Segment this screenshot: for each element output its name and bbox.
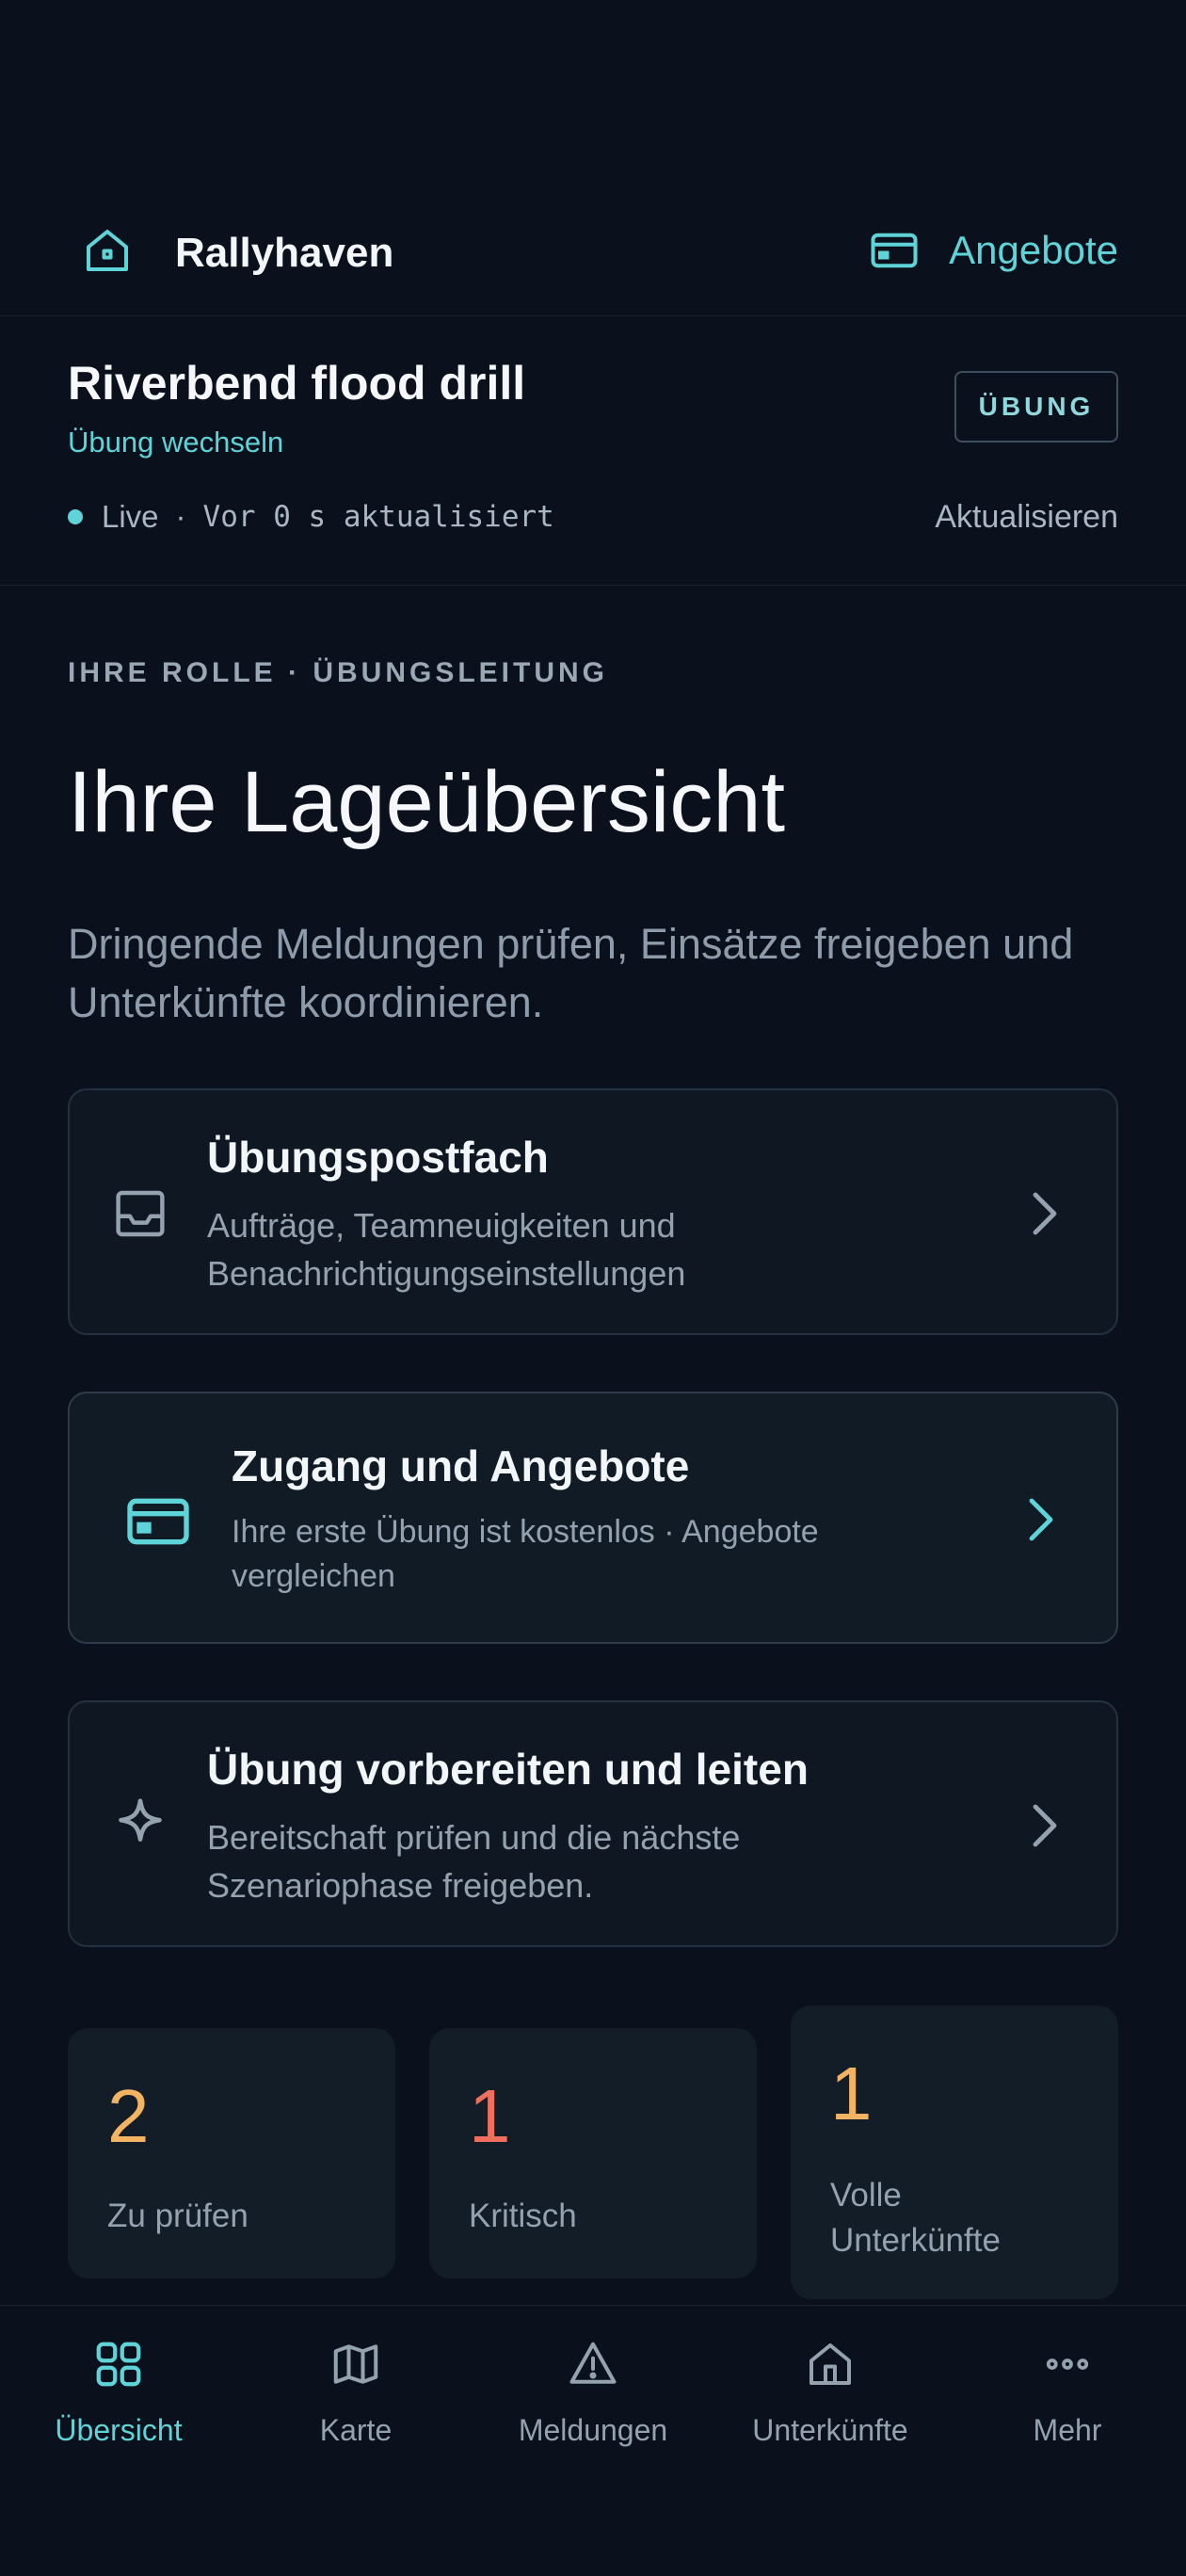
stat-to-review[interactable]: 2 Zu prüfen <box>68 2028 395 2278</box>
nav-more[interactable]: Mehr <box>949 2306 1186 2494</box>
stat-label: Zu prüfen <box>107 2198 248 2234</box>
more-icon <box>1046 2359 1089 2370</box>
inbox-card[interactable]: Übungspostfach Aufträge, Teamneuigkeiten… <box>68 1088 1118 1335</box>
card-title: Übung vorbereiten und leiten <box>207 1745 809 1794</box>
app-title: Rallyhaven <box>175 230 394 276</box>
nav-shelters[interactable]: Unterkünfte <box>712 2306 949 2494</box>
stat-value: 1 <box>830 2052 873 2135</box>
intro-text: Dringende Meldungen prüfen, Einsätze fre… <box>68 920 1074 1026</box>
stat-full-shelters[interactable]: 1 Volle Unterkünfte <box>791 2005 1118 2299</box>
nav-overview[interactable]: Übersicht <box>0 2306 237 2494</box>
card-subtitle: Bereitschaft prüfen und die nächste Szen… <box>207 1818 741 1905</box>
drill-badge: ÜBUNG <box>954 371 1118 443</box>
chevron-right-icon <box>1033 1192 1057 1235</box>
nav-label: Übersicht <box>55 2413 183 2447</box>
stat-label: Volle Unterkünfte <box>830 2177 1001 2259</box>
grid-icon <box>96 2342 141 2387</box>
warning-icon <box>569 2342 617 2384</box>
stat-value: 2 <box>107 2074 150 2158</box>
card-subtitle: Ihre erste Übung ist kostenlos · Angebot… <box>232 1514 819 1594</box>
access-offers-card[interactable]: Zugang und Angebote Ihre erste Übung ist… <box>68 1392 1118 1644</box>
stat-critical[interactable]: 1 Kritisch <box>429 2028 757 2278</box>
offers-link[interactable]: Angebote <box>866 222 1118 279</box>
stat-label: Kritisch <box>469 2198 577 2234</box>
bottom-nav: Übersicht Karte Meldungen Unterkünfte Me… <box>0 2305 1186 2576</box>
drill-name: Riverbend flood drill <box>68 357 526 410</box>
card-title: Übungspostfach <box>207 1133 549 1182</box>
live-status: Live · Vor 0 s aktualisiert <box>68 499 554 535</box>
stat-value: 1 <box>469 2074 511 2158</box>
house-icon <box>809 2343 851 2385</box>
prepare-drill-card[interactable]: Übung vorbereiten und leiten Bereitschaf… <box>68 1700 1118 1947</box>
live-label: Live <box>102 499 159 534</box>
credit-card-icon <box>127 1498 189 1545</box>
nav-label: Meldungen <box>518 2413 668 2447</box>
card-subtitle: Aufträge, Teamneuigkeiten und Benachrich… <box>207 1206 686 1293</box>
refresh-button[interactable]: Aktualisieren <box>935 499 1118 536</box>
sparkle-icon <box>119 1798 162 1842</box>
nav-map[interactable]: Karte <box>237 2306 474 2494</box>
home-icon[interactable] <box>79 222 136 279</box>
offers-label: Angebote <box>949 228 1118 272</box>
status-separator: · <box>175 499 186 534</box>
last-updated: Vor 0 s aktualisiert <box>202 500 554 534</box>
top-bar: Rallyhaven Angebote <box>0 188 1186 316</box>
chevron-right-icon <box>1033 1804 1057 1847</box>
nav-label: Unterkünfte <box>752 2413 908 2447</box>
credit-card-icon <box>871 233 918 268</box>
nav-reports[interactable]: Meldungen <box>474 2306 712 2494</box>
switch-drill-link[interactable]: Übung wechseln <box>68 426 283 459</box>
live-dot-icon <box>68 509 83 524</box>
nav-label: Karte <box>319 2413 393 2447</box>
role-label: IHRE ROLLE · ÜBUNGSLEITUNG <box>68 657 608 688</box>
chevron-right-icon <box>1029 1498 1053 1541</box>
drill-panel: Riverbend flood drill Übung wechseln ÜBU… <box>0 316 1186 586</box>
map-icon <box>333 2344 378 2384</box>
nav-label: Mehr <box>1033 2413 1102 2447</box>
inbox-icon <box>116 1190 165 1237</box>
card-title: Zugang und Angebote <box>232 1441 690 1490</box>
page-title: Ihre Lageübersicht <box>68 754 786 850</box>
